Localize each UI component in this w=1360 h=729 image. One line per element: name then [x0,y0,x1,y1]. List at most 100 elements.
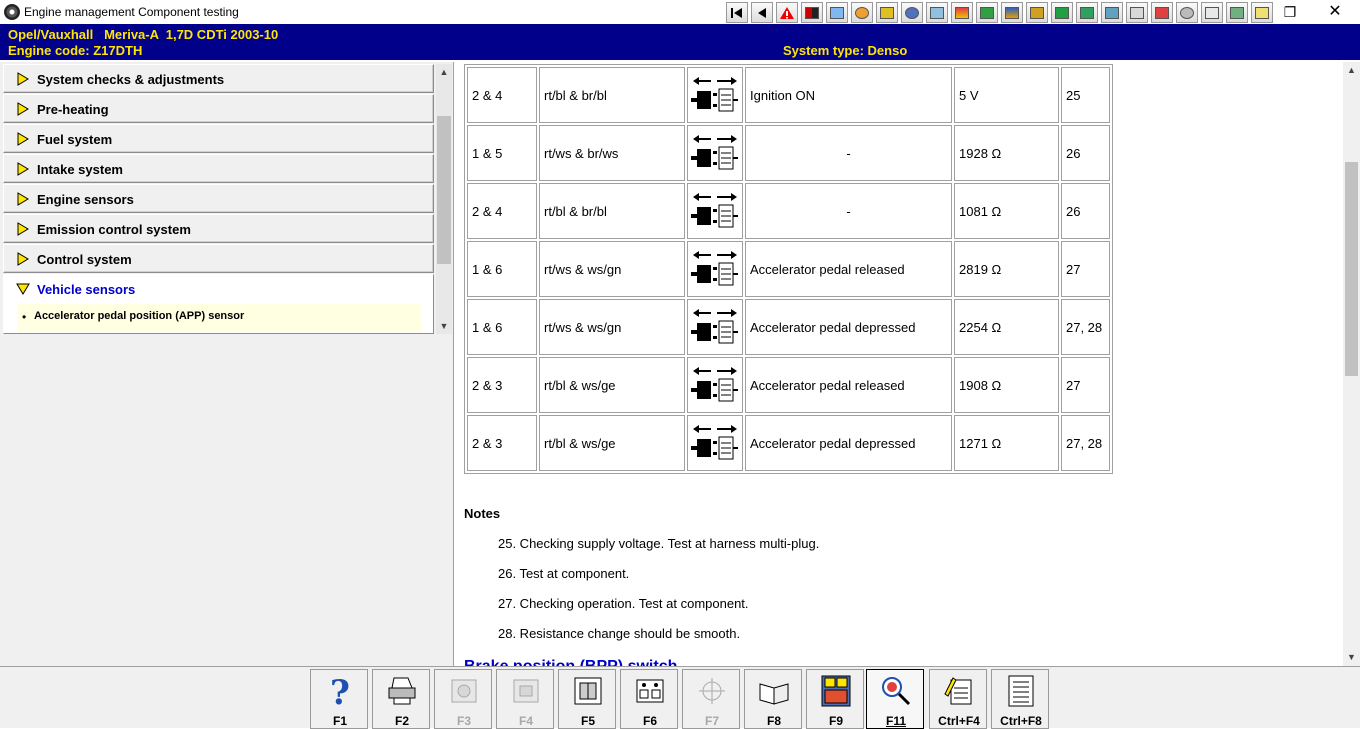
ctrl-f4-button[interactable]: Ctrl+F4 [929,669,987,729]
ctrl-f8-button[interactable]: Ctrl+F8 [991,669,1049,729]
nav-item-emission-control[interactable]: Emission control system [3,214,434,243]
wheel-icon[interactable] [901,2,923,23]
fkey-label: F1 [332,714,347,728]
fkey-label: F2 [394,714,409,728]
nav-item-label: Pre-heating [37,102,109,117]
ecu-icon [574,677,602,705]
value-cell: 1928 Ω [954,125,1059,181]
svg-text:?: ? [330,674,350,708]
connector-plug-icon[interactable] [687,125,743,181]
connector-plug-icon[interactable] [687,415,743,471]
note-ref-cell: 27, 28 [1061,299,1110,355]
connector-plug-icon[interactable] [687,183,743,239]
service-icon[interactable] [1001,2,1023,23]
timing-icon[interactable] [851,2,873,23]
dashboard-icon[interactable] [1226,2,1248,23]
content-scrollbar[interactable]: ▲ ▼ [1343,62,1360,666]
f5-button[interactable]: F5 [558,669,616,729]
f6-button[interactable]: F6 [620,669,678,729]
wires-cell: rt/bl & br/bl [539,183,685,239]
crosshair-icon [699,678,725,704]
nav-item-vehicle-sensors[interactable]: Vehicle sensors • Accelerator pedal posi… [3,274,434,334]
scroll-down-icon[interactable]: ▼ [436,318,452,334]
condition-cell: Accelerator pedal depressed [745,299,952,355]
f7-button[interactable]: F7 [682,669,740,729]
restore-window-icon[interactable]: ❐ [1280,2,1300,22]
steering-icon[interactable] [1176,2,1198,23]
repair-icon[interactable] [1151,2,1173,23]
scroll-up-icon[interactable]: ▲ [1343,62,1360,79]
connector-plug-icon[interactable] [687,67,743,123]
nav-scrollbar[interactable]: ▲ ▼ [436,64,452,334]
hazard-icon[interactable] [1201,2,1223,23]
next-section-heading[interactable]: Brake position (BPP) switch [464,658,677,666]
engine-code: Engine code: Z17DTH [8,43,143,58]
car-icon[interactable] [1076,2,1098,23]
aircon-icon[interactable] [826,2,848,23]
scroll-thumb[interactable] [1345,162,1358,376]
arrow-right-icon [17,132,29,146]
scroll-thumb[interactable] [437,116,451,264]
wires-cell: rt/bl & br/bl [539,67,685,123]
nav-item-label: Intake system [37,162,123,177]
engine-icon[interactable] [801,2,823,23]
component-icon [451,679,477,703]
scroll-up-icon[interactable]: ▲ [436,64,452,80]
nav-subitem-app-sensor[interactable]: • Accelerator pedal position (APP) senso… [17,304,421,332]
first-page-icon[interactable] [726,2,748,23]
value-cell: 5 V [954,67,1059,123]
value-cell: 2819 Ω [954,241,1059,297]
value-cell: 1271 Ω [954,415,1059,471]
previous-page-icon[interactable] [751,2,773,23]
arrow-right-icon [17,192,29,206]
wires-cell: rt/ws & ws/gn [539,299,685,355]
battery-icon[interactable] [976,2,998,23]
title-bar: Engine management Component testing ❐ ✕ [0,0,1360,24]
nav-item-fuel-system[interactable]: Fuel system [3,124,434,153]
fkey-label: F9 [828,714,843,728]
notepad-icon[interactable] [1251,2,1273,23]
nav-item-control-system[interactable]: Control system [3,244,434,273]
nav-item-system-checks[interactable]: System checks & adjustments [3,64,434,93]
note-ref-cell: 27 [1061,357,1110,413]
wires-cell: rt/ws & ws/gn [539,241,685,297]
arrow-right-icon [17,72,29,86]
diagnosis-icon[interactable] [926,2,948,23]
scroll-down-icon[interactable]: ▼ [1343,649,1360,666]
f8-button[interactable]: F8 [744,669,802,729]
pins-cell: 2 & 4 [467,67,537,123]
f1-help-button[interactable]: ? F1 [310,669,368,729]
f2-print-button[interactable]: F2 [372,669,430,729]
system-type: System type: Denso [783,43,908,58]
test-values-table: 2 & 4 rt/bl & br/bl Ignition ON 5 V 25 1 & 5r… [464,64,1113,474]
nav-item-pre-heating[interactable]: Pre-heating [3,94,434,123]
nav-item-intake-system[interactable]: Intake system [3,154,434,183]
condition-cell: Accelerator pedal released [745,357,952,413]
belt-icon[interactable] [876,2,898,23]
connector-plug-icon[interactable] [687,299,743,355]
keypad-icon[interactable] [1051,2,1073,23]
tools-icon[interactable] [1101,2,1123,23]
nav-item-engine-sensors[interactable]: Engine sensors [3,184,434,213]
fkey-label: F6 [642,714,657,728]
f9-button[interactable]: F9 [806,669,864,729]
f11-button[interactable]: F11 [866,669,924,729]
condition-cell: - [745,125,952,181]
f3-button[interactable]: F3 [434,669,492,729]
connector-plug-icon[interactable] [687,241,743,297]
wiring-icon[interactable] [951,2,973,23]
warning-icon[interactable] [776,2,798,23]
fuse-box-icon [821,675,851,707]
close-window-icon[interactable]: ✕ [1324,1,1346,23]
oil-icon[interactable] [1026,2,1048,23]
component-alt-icon [513,679,539,703]
fkey-label: F11 [885,714,906,728]
nav-item-label: Emission control system [37,222,191,237]
fkey-label: F7 [704,714,719,728]
airbag-icon[interactable] [1126,2,1148,23]
fkey-label: Ctrl+F4 [938,714,980,728]
fkey-label: F5 [580,714,595,728]
f4-button[interactable]: F4 [496,669,554,729]
pins-cell: 2 & 3 [467,357,537,413]
connector-plug-icon[interactable] [687,357,743,413]
